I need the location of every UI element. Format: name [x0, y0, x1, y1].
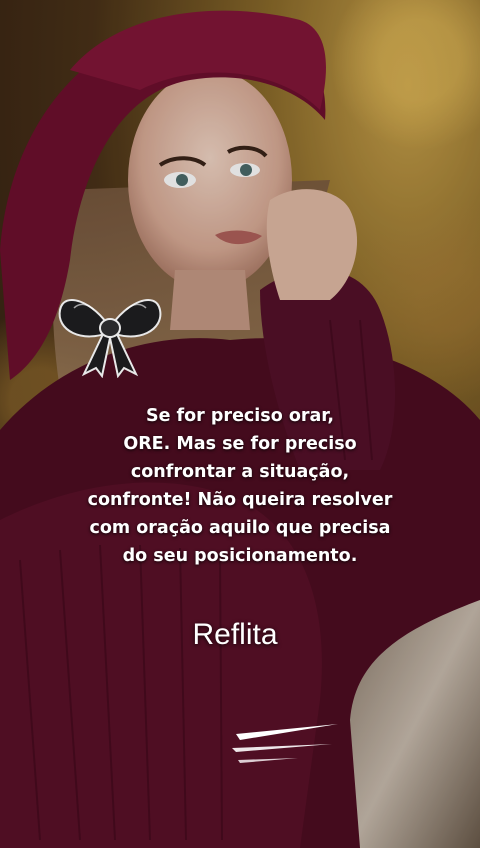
quote-line: Se for preciso orar,	[145, 406, 335, 426]
quote-line: confrontar a situação,	[130, 462, 350, 482]
caption-reflita: Reflita	[192, 618, 278, 651]
quote-line: com oração aquilo que precisa	[89, 518, 391, 538]
quote-text: Se for preciso orar, ORE. Mas se for pre…	[70, 402, 410, 570]
quote-line: do seu posicionamento.	[122, 546, 358, 566]
bow-icon	[58, 299, 162, 378]
quote-line: confronte! Não queira resolver	[87, 490, 393, 510]
quote-line: ORE. Mas se for preciso	[123, 434, 357, 454]
swoosh-icon	[232, 724, 338, 763]
story-card: Se for preciso orar, ORE. Mas se for pre…	[0, 0, 480, 848]
